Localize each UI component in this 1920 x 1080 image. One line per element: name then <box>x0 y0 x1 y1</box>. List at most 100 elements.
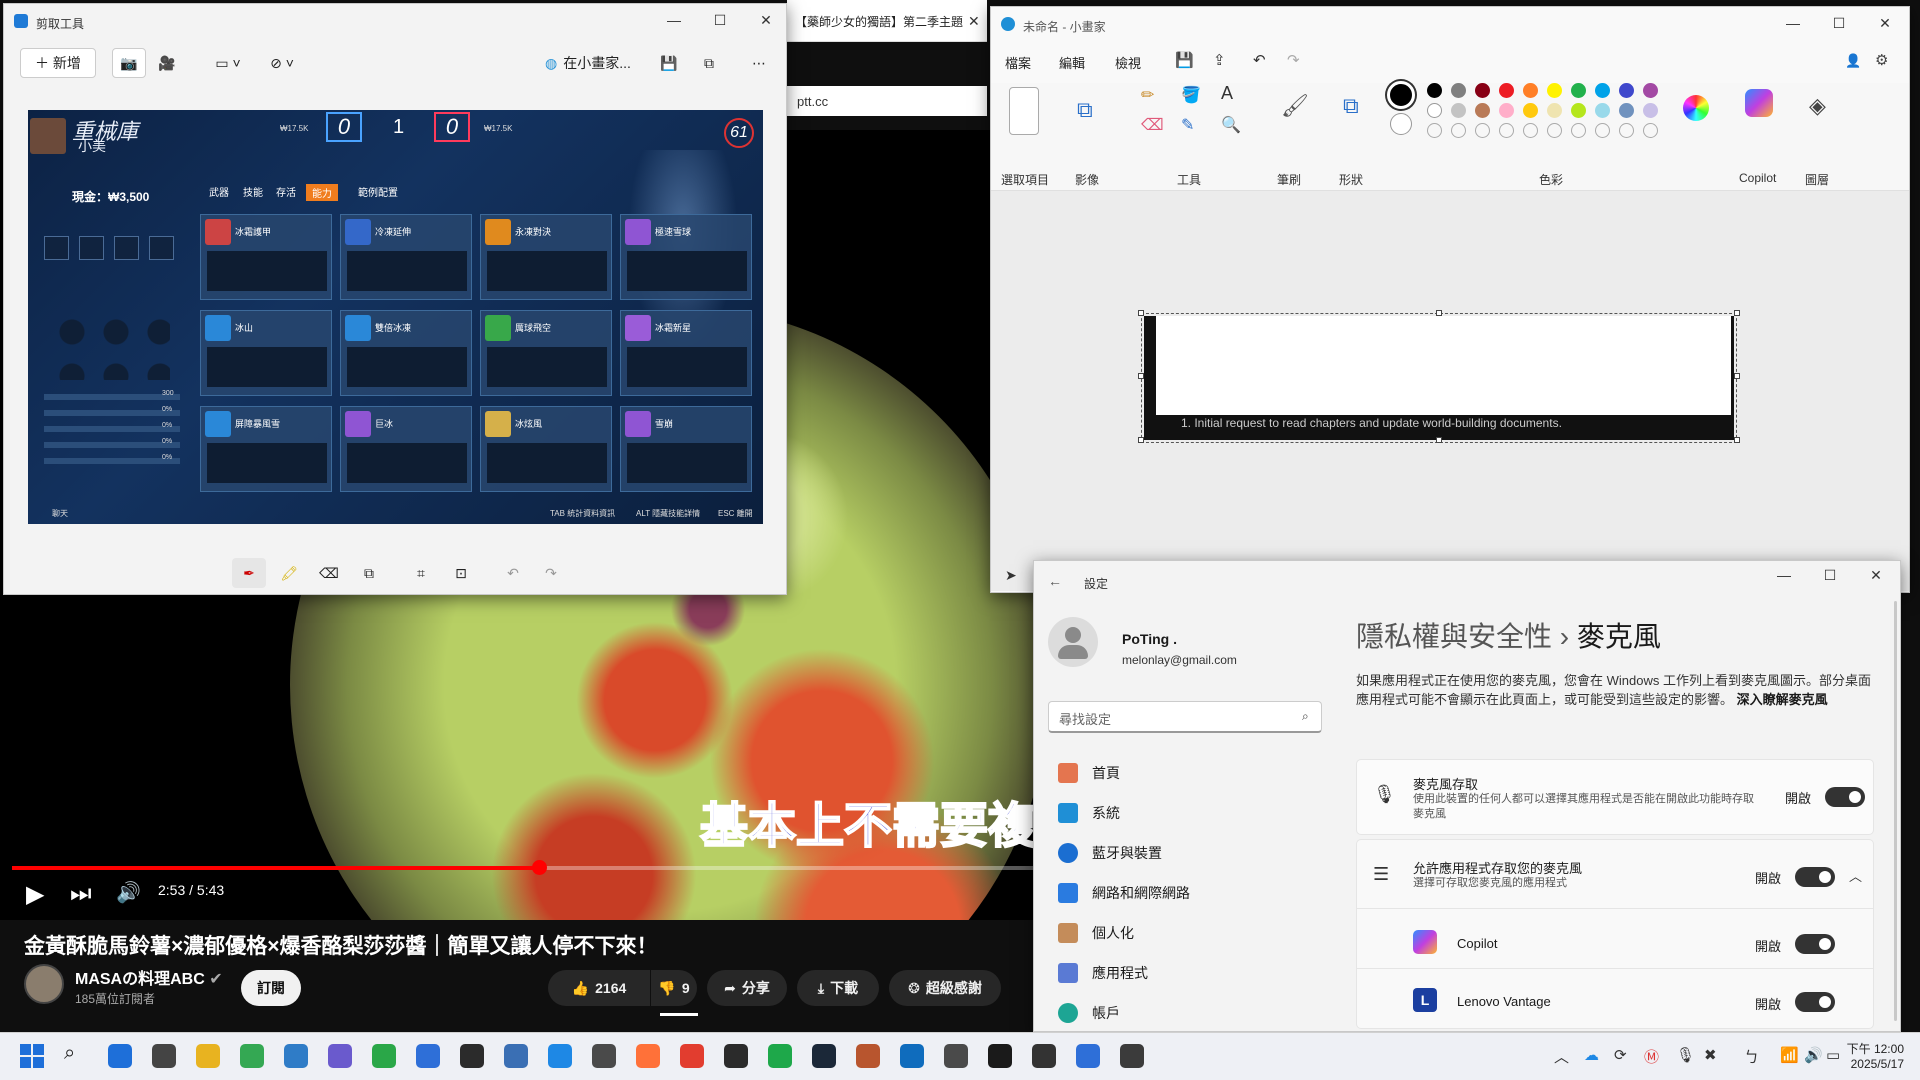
color-swatch[interactable] <box>1499 103 1514 118</box>
taskbar-app-icon[interactable] <box>592 1044 616 1068</box>
fill-icon[interactable]: 🪣 <box>1181 85 1201 105</box>
taskbar-app-icon[interactable] <box>1076 1044 1100 1068</box>
taskbar-app-icon[interactable] <box>856 1044 880 1068</box>
start-icon[interactable] <box>20 1044 44 1068</box>
open-in-paint-button[interactable]: ◍ 在小畫家... <box>538 48 638 78</box>
crop-icon[interactable]: ⌗ <box>404 558 438 588</box>
color-swatch[interactable] <box>1547 83 1562 98</box>
resize-handle[interactable] <box>1138 437 1144 443</box>
color-swatch[interactable] <box>1619 103 1634 118</box>
apps-access-toggle[interactable] <box>1795 867 1835 887</box>
color-swatch[interactable] <box>1451 103 1466 118</box>
taskbar-app-icon[interactable] <box>812 1044 836 1068</box>
copilot-icon[interactable] <box>1745 89 1773 117</box>
maximize-icon[interactable]: ☐ <box>1810 567 1850 584</box>
channel-avatar[interactable] <box>24 964 64 1004</box>
empty-swatch[interactable] <box>1523 123 1538 138</box>
resize-handle[interactable] <box>1138 310 1144 316</box>
taskbar-app-icon[interactable] <box>944 1044 968 1068</box>
color-swatch[interactable] <box>1643 83 1658 98</box>
scrollbar[interactable] <box>1894 601 1897 1021</box>
learn-more-link[interactable]: 深入瞭解麥克風 <box>1737 692 1828 707</box>
maximize-icon[interactable]: ☐ <box>700 12 740 29</box>
nav-system[interactable]: 系統 <box>1048 795 1322 831</box>
resize-handle[interactable] <box>1436 310 1442 316</box>
download-button[interactable]: ⤓ 下載 <box>797 970 879 1006</box>
menu-edit[interactable]: 編輯 <box>1059 53 1085 72</box>
settings-gear-icon[interactable]: ⚙ <box>1875 51 1888 69</box>
resize-handle[interactable] <box>1734 437 1740 443</box>
taskbar-app-icon[interactable] <box>460 1044 484 1068</box>
taskbar-app-icon[interactable] <box>724 1044 748 1068</box>
eraser-icon[interactable]: ⌫ <box>1141 115 1164 135</box>
color-swatch[interactable] <box>1643 103 1658 118</box>
copy-icon[interactable]: ⧉ <box>694 48 724 78</box>
taskbar-app-icon[interactable] <box>768 1044 792 1068</box>
next-icon[interactable]: ⏭ <box>70 880 92 908</box>
menu-view[interactable]: 檢視 <box>1115 53 1141 72</box>
pencil-icon[interactable]: ✏ <box>1141 85 1154 105</box>
taskbar-app-icon[interactable] <box>680 1044 704 1068</box>
tray-chevron-icon[interactable]: ︿ <box>1554 1046 1569 1067</box>
primary-color[interactable] <box>1387 81 1415 109</box>
empty-swatch[interactable] <box>1451 123 1466 138</box>
share-button[interactable]: ➦ 分享 <box>707 970 787 1006</box>
sync-icon[interactable]: ⟳ <box>1614 1046 1627 1064</box>
color-swatch[interactable] <box>1571 83 1586 98</box>
layers-icon[interactable]: ◈ <box>1809 93 1826 119</box>
nav-personalization[interactable]: 個人化 <box>1048 915 1322 951</box>
magnifier-icon[interactable]: 🔍 <box>1221 115 1241 135</box>
taskbar-search-icon[interactable]: ⌕ <box>64 1042 75 1065</box>
taskbar-app-icon[interactable] <box>372 1044 396 1068</box>
color-swatch[interactable] <box>1547 103 1562 118</box>
empty-swatch[interactable] <box>1595 123 1610 138</box>
taskbar-app-icon[interactable] <box>328 1044 352 1068</box>
taskbar-app-icon[interactable] <box>240 1044 264 1068</box>
clock-time[interactable]: 下午 12:00 <box>1840 1040 1904 1057</box>
secondary-color[interactable] <box>1390 113 1412 135</box>
empty-swatch[interactable] <box>1571 123 1586 138</box>
taskbar-app-icon[interactable] <box>152 1044 176 1068</box>
image-icon[interactable]: ⧉ <box>1077 97 1093 123</box>
close-icon[interactable]: ✕ <box>1856 567 1896 584</box>
empty-swatch[interactable] <box>1547 123 1562 138</box>
color-swatch[interactable] <box>1595 83 1610 98</box>
minimize-icon[interactable]: — <box>1773 15 1813 31</box>
taskbar-app-icon[interactable] <box>1120 1044 1144 1068</box>
color-swatch[interactable] <box>1475 103 1490 118</box>
text-actions-icon[interactable]: ⊡ <box>444 558 478 588</box>
mega-icon[interactable]: Ⓜ <box>1644 1046 1659 1067</box>
mic-access-toggle[interactable] <box>1825 787 1865 807</box>
resize-handle[interactable] <box>1734 373 1740 379</box>
highlighter-icon[interactable]: 🖍 <box>272 558 306 588</box>
tray-app-icon[interactable]: ✖ <box>1704 1046 1717 1064</box>
shapes-icon[interactable]: ⧉ <box>1343 93 1359 119</box>
undo-icon[interactable]: ↶ <box>496 558 530 588</box>
brush-icon[interactable]: 🖌 <box>1281 93 1309 119</box>
taskbar-app-icon[interactable] <box>284 1044 308 1068</box>
color-swatch[interactable] <box>1427 103 1442 118</box>
progress-scrubber[interactable] <box>531 860 547 875</box>
empty-swatch[interactable] <box>1619 123 1634 138</box>
save-icon[interactable]: 💾 <box>1175 51 1194 69</box>
nav-network[interactable]: 網路和網際網路 <box>1048 875 1322 911</box>
taskbar-app-icon[interactable] <box>416 1044 440 1068</box>
nav-bluetooth[interactable]: 藍牙與裝置 <box>1048 835 1322 871</box>
subscribe-button[interactable]: 訂閱 <box>241 970 301 1006</box>
color-swatch[interactable] <box>1475 83 1490 98</box>
back-icon[interactable]: ← <box>1048 573 1062 589</box>
account-icon[interactable]: 👤 <box>1845 53 1861 69</box>
breadcrumb-parent[interactable]: 隱私權與安全性 <box>1356 621 1552 652</box>
clock-date[interactable]: 2025/5/17 <box>1840 1057 1904 1071</box>
dislike-button[interactable]: 👎 9 <box>651 970 697 1006</box>
taskbar-app-icon[interactable] <box>636 1044 660 1068</box>
input-method-icon[interactable]: ㄅ <box>1744 1046 1759 1067</box>
empty-swatch[interactable] <box>1475 123 1490 138</box>
taskbar-app-icon[interactable] <box>548 1044 572 1068</box>
redo-icon[interactable]: ↷ <box>534 558 568 588</box>
browser-tab[interactable]: 【藥師少女的獨語】第二季主題 <box>787 8 987 34</box>
search-input[interactable]: 尋找設定 <box>1048 701 1322 733</box>
taskbar-app-icon[interactable] <box>504 1044 528 1068</box>
ballpoint-pen-icon[interactable]: ✒ <box>232 558 266 588</box>
empty-swatch[interactable] <box>1427 123 1442 138</box>
